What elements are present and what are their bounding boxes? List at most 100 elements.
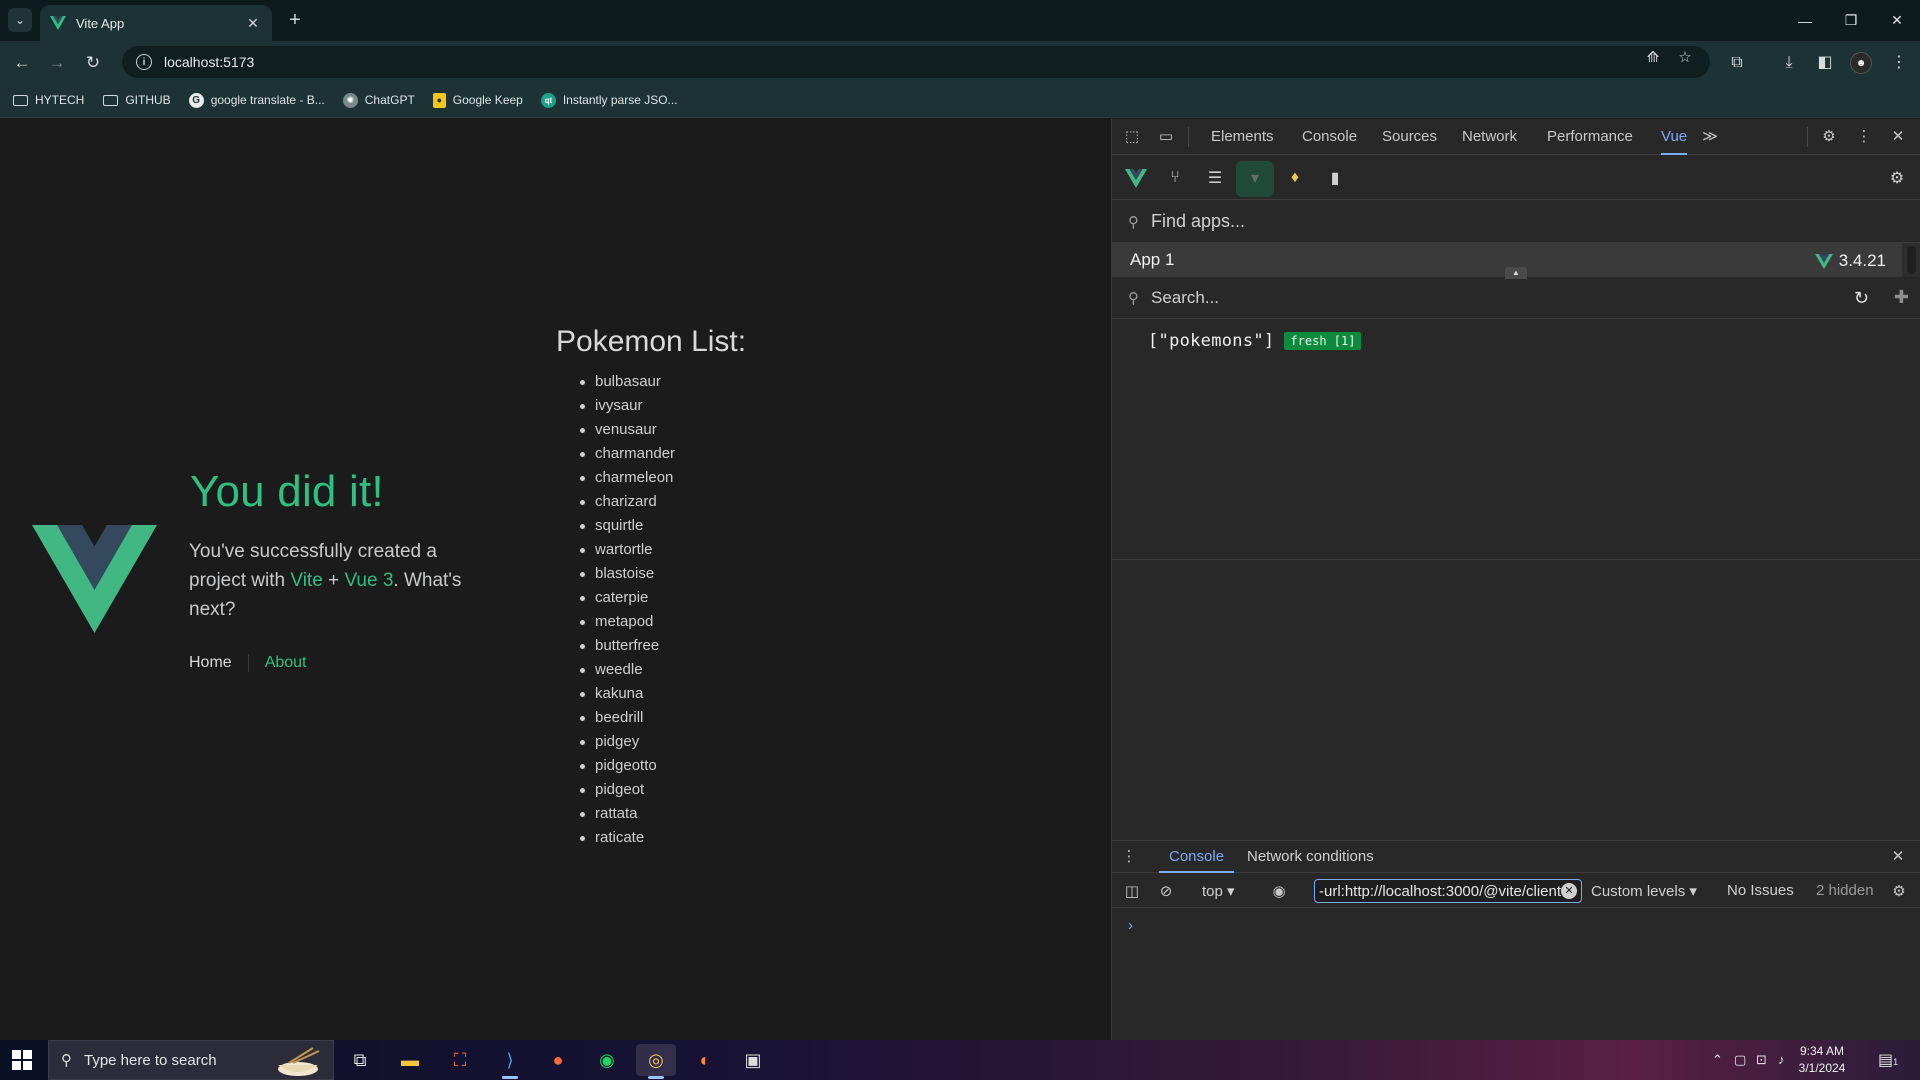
- postman-icon[interactable]: ●: [538, 1044, 578, 1076]
- vite-link[interactable]: Vite: [290, 570, 322, 591]
- taskbar-search-input[interactable]: ⚲ Type here to search: [48, 1040, 334, 1080]
- network-icon[interactable]: ⊡: [1756, 1052, 1767, 1068]
- side-panel-icon[interactable]: ◧: [1814, 52, 1836, 74]
- extensions-puzzle-icon[interactable]: ⧉: [1726, 52, 1748, 74]
- browser-toolbar: ← → ↻ i localhost:5173 ⟰ ☆ ⧉ ⤓ ◧ ☻ ⋮: [0, 41, 1920, 83]
- vue3-link[interactable]: Vue 3: [344, 570, 393, 591]
- devtools-tab-performance[interactable]: Performance: [1547, 119, 1633, 155]
- console-prompt[interactable]: ›: [1128, 917, 1133, 934]
- browser-tabstrip: ⌄ Vite App ✕ + — ❐ ✕: [0, 0, 1920, 41]
- devtools-menu-icon[interactable]: ⋮: [1854, 127, 1874, 147]
- clear-console-icon[interactable]: ⊘: [1156, 882, 1176, 902]
- forward-arrow-icon[interactable]: →: [44, 50, 70, 76]
- browser-menu-icon[interactable]: ⋮: [1888, 52, 1910, 74]
- timeline-icon[interactable]: ☰: [1203, 166, 1227, 190]
- vue-settings-icon[interactable]: ⚙: [1885, 166, 1909, 190]
- refresh-icon[interactable]: ↻: [1854, 288, 1869, 309]
- issues-button[interactable]: No Issues: [1727, 882, 1794, 899]
- pinia-pineapple-icon[interactable]: ♦: [1283, 166, 1307, 190]
- inspect-element-icon[interactable]: ⬚: [1122, 127, 1142, 147]
- devtools-tab-vue[interactable]: Vue: [1661, 119, 1688, 155]
- drawer-tab-console[interactable]: Console: [1159, 841, 1235, 873]
- bookmark-star-icon[interactable]: ☆: [1676, 49, 1694, 67]
- vue-version-icon: [1814, 253, 1833, 269]
- restore-button[interactable]: ❐: [1828, 0, 1874, 41]
- tray-overflow-chevron-icon[interactable]: ⌃: [1712, 1052, 1723, 1068]
- console-sidebar-icon[interactable]: ◫: [1122, 882, 1142, 902]
- minimize-button[interactable]: —: [1782, 0, 1828, 41]
- bookmark-github[interactable]: GITHUB: [102, 93, 171, 107]
- console-toolbar: ◫ ⊘ top ▾ ◉ -url:http://localhost:3000/@…: [1112, 874, 1920, 908]
- devtools-close-icon[interactable]: ✕: [1888, 127, 1908, 147]
- devtools-tab-network[interactable]: Network: [1462, 119, 1517, 155]
- console-settings-icon[interactable]: ⚙: [1889, 882, 1909, 902]
- firefox-icon[interactable]: ◐: [685, 1044, 725, 1076]
- app-name: App 1: [1130, 250, 1175, 269]
- terminal-icon[interactable]: ▣: [733, 1044, 773, 1076]
- drawer-menu-icon[interactable]: ⋮: [1119, 847, 1139, 867]
- window-close-button[interactable]: ✕: [1874, 0, 1920, 41]
- bookmark-chatgpt[interactable]: ✺ ChatGPT: [342, 92, 415, 108]
- reload-icon[interactable]: ↻: [80, 50, 106, 76]
- query-search-input[interactable]: ⚲ Search... ↻ ✚: [1112, 277, 1920, 319]
- context-selector[interactable]: top ▾: [1202, 882, 1235, 900]
- hero-description: You've successfully created a project wi…: [189, 541, 462, 620]
- xampp-icon[interactable]: ⛶: [440, 1044, 480, 1076]
- tab-search-button[interactable]: ⌄: [8, 8, 32, 32]
- drawer-tab-network-conditions[interactable]: Network conditions: [1237, 841, 1384, 873]
- status-badge: fresh [1]: [1284, 332, 1362, 350]
- devtools-tab-console[interactable]: Console: [1302, 119, 1357, 155]
- app-selector-row[interactable]: App 1 ▲ 3.4.21: [1112, 243, 1902, 279]
- nav-home-link[interactable]: Home: [189, 654, 249, 672]
- panel-divider[interactable]: [1112, 559, 1920, 560]
- volume-icon[interactable]: ♪: [1778, 1052, 1785, 1067]
- chevron-down-icon: ⌄: [14, 13, 26, 27]
- vue-logo-icon[interactable]: [1124, 166, 1148, 190]
- bookmark-google-keep[interactable]: ● Google Keep: [432, 92, 523, 108]
- tab-close-icon[interactable]: ✕: [244, 15, 262, 32]
- more-tabs-icon[interactable]: ≫: [1700, 127, 1720, 147]
- task-view-icon[interactable]: ⧉: [340, 1044, 380, 1076]
- plugin-puzzle-icon[interactable]: ✚: [1894, 287, 1909, 308]
- router-book-icon[interactable]: ▮: [1323, 166, 1347, 190]
- bookmark-google-translate[interactable]: Ggoogle translate - B...: [188, 92, 325, 108]
- profile-avatar[interactable]: ☻: [1850, 52, 1872, 74]
- bookmark-hytech[interactable]: HYTECH: [12, 93, 84, 107]
- clear-filter-icon[interactable]: ✕: [1561, 883, 1577, 899]
- taskbar-clock[interactable]: 9:34 AM 3/1/2024: [1790, 1043, 1854, 1077]
- drawer-close-icon[interactable]: ✕: [1888, 847, 1908, 867]
- spotify-icon[interactable]: ◉: [587, 1044, 627, 1076]
- devtools-settings-icon[interactable]: ⚙: [1819, 127, 1839, 147]
- query-item[interactable]: ["pokemons"] fresh [1]: [1148, 331, 1362, 351]
- devtools-tab-sources[interactable]: Sources: [1382, 119, 1437, 155]
- log-levels-dropdown[interactable]: Custom levels ▾: [1591, 882, 1697, 900]
- address-bar[interactable]: i localhost:5173: [122, 46, 1710, 78]
- notifications-icon[interactable]: ▤1: [1878, 1050, 1898, 1070]
- drawer-tabbar: ⋮ Console Network conditions ✕: [1112, 841, 1920, 873]
- meet-now-icon[interactable]: ▢: [1734, 1052, 1746, 1068]
- nav-about-link[interactable]: About: [249, 654, 307, 672]
- bookmark-quicktype[interactable]: qt Instantly parse JSO...: [540, 92, 678, 108]
- components-tree-icon[interactable]: ⑂: [1163, 166, 1187, 190]
- live-expression-eye-icon[interactable]: ◉: [1269, 882, 1289, 902]
- start-button-windows-icon[interactable]: [12, 1050, 32, 1070]
- site-info-icon[interactable]: i: [136, 54, 152, 70]
- pokemon-list-title: Pokemon List:: [556, 325, 747, 358]
- console-filter-input[interactable]: -url:http://localhost:3000/@vite/client …: [1314, 879, 1582, 903]
- noodle-bowl-icon: [278, 1047, 320, 1076]
- scrollbar[interactable]: [1902, 243, 1920, 277]
- chrome-icon[interactable]: ◎: [636, 1044, 676, 1079]
- vue-devtools-toolbar: ⑂ ☰ ▾ ♦ ▮ ⚙: [1112, 156, 1920, 200]
- device-toolbar-icon[interactable]: ▭: [1156, 127, 1176, 147]
- browser-tab-vite-app[interactable]: Vite App ✕: [40, 5, 272, 41]
- download-icon[interactable]: ⤓: [1778, 52, 1800, 74]
- vue-query-icon[interactable]: ▾: [1243, 166, 1267, 190]
- back-arrow-icon[interactable]: ←: [9, 50, 35, 76]
- file-explorer-icon[interactable]: ▬: [390, 1044, 430, 1076]
- list-item: pidgeotto: [579, 754, 675, 778]
- devtools-tab-elements[interactable]: Elements: [1211, 119, 1274, 155]
- translate-icon[interactable]: ⟰: [1644, 49, 1662, 67]
- find-apps-input[interactable]: ⚲ Find apps...: [1112, 201, 1920, 243]
- vscode-icon[interactable]: ⟩: [490, 1044, 530, 1079]
- new-tab-button[interactable]: +: [282, 8, 308, 34]
